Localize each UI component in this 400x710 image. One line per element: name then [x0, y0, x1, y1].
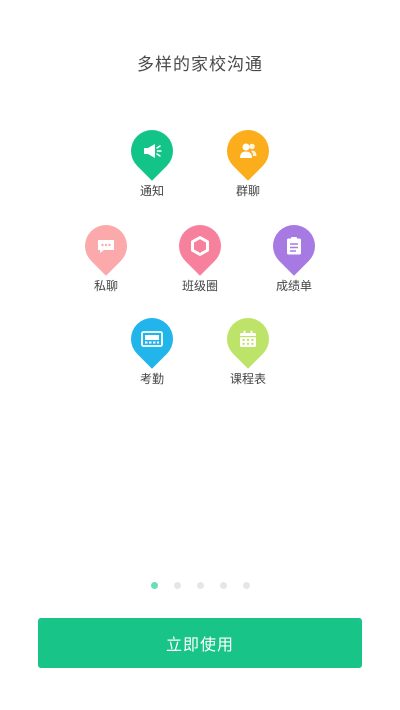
chat-bubble-icon — [98, 240, 114, 253]
feature-private-chat-badge — [76, 216, 136, 276]
feature-group-chat-label: 群聊 — [235, 184, 260, 198]
feature-attendance-badge — [122, 309, 182, 369]
start-using-button[interactable]: 立即使用 — [38, 618, 362, 668]
page-dot-1[interactable] — [150, 582, 158, 589]
feature-class-circle[interactable]: 班级圈 — [160, 216, 240, 294]
hexagon-icon — [191, 236, 209, 256]
report-card-icon — [287, 237, 301, 255]
feature-schedule-label: 课程表 — [229, 372, 266, 386]
feature-notice-badge — [122, 121, 182, 181]
calendar-icon — [240, 330, 256, 347]
feature-attendance[interactable]: 考勤 — [112, 309, 192, 387]
group-icon — [240, 143, 257, 158]
feature-group-chat-badge — [218, 121, 278, 181]
page-dot-5[interactable] — [242, 582, 250, 589]
feature-report-card[interactable]: 成绩单 — [254, 216, 334, 294]
feature-notice-label: 通知 — [139, 184, 164, 198]
megaphone-icon — [144, 144, 162, 158]
clock-device-icon — [141, 331, 163, 347]
feature-group-chat[interactable]: 群聊 — [208, 121, 288, 199]
feature-schedule-badge — [218, 309, 278, 369]
feature-private-chat[interactable]: 私聊 — [66, 216, 146, 294]
page-indicator — [0, 582, 400, 589]
page-dot-2[interactable] — [173, 582, 181, 589]
feature-class-circle-label: 班级圈 — [181, 279, 218, 293]
feature-private-chat-label: 私聊 — [93, 279, 118, 293]
feature-attendance-label: 考勤 — [139, 372, 164, 386]
page-dot-3[interactable] — [196, 582, 204, 589]
page-dot-4[interactable] — [219, 582, 227, 589]
feature-class-circle-badge — [170, 216, 230, 276]
feature-schedule[interactable]: 课程表 — [208, 309, 288, 387]
feature-report-card-badge — [264, 216, 324, 276]
feature-report-card-label: 成绩单 — [275, 279, 312, 293]
page-title: 多样的家校沟通 — [137, 55, 263, 75]
feature-notice[interactable]: 通知 — [112, 121, 192, 199]
